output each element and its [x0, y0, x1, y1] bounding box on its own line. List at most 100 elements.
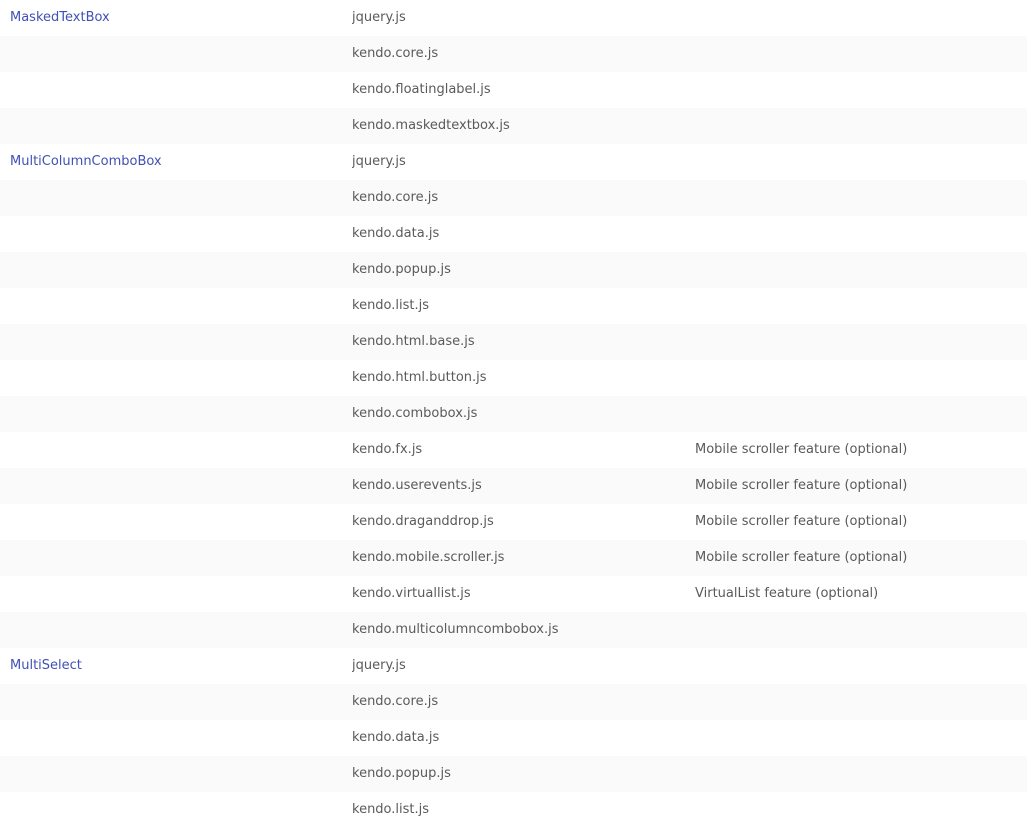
- table-row: kendo.virtuallist.js VirtualList feature…: [0, 576, 1027, 612]
- file-name: kendo.combobox.js: [352, 406, 478, 421]
- file-cell: kendo.list.js: [352, 792, 695, 820]
- description-cell: [695, 36, 1027, 72]
- description-text: Mobile scroller feature (optional): [695, 550, 908, 565]
- table-row: MaskedTextBox jquery.js: [0, 0, 1027, 36]
- description-cell: [695, 144, 1027, 180]
- widget-cell: [0, 396, 352, 432]
- description-cell: [695, 396, 1027, 432]
- description-cell: [695, 108, 1027, 144]
- widget-cell: [0, 288, 352, 324]
- file-name: kendo.core.js: [352, 694, 439, 709]
- file-cell: kendo.maskedtextbox.js: [352, 108, 695, 144]
- table-row: kendo.mobile.scroller.js Mobile scroller…: [0, 540, 1027, 576]
- widget-cell: [0, 252, 352, 288]
- description-cell: [695, 684, 1027, 720]
- file-name: kendo.draganddrop.js: [352, 514, 494, 529]
- widget-cell: [0, 324, 352, 360]
- widget-link-maskedtextbox[interactable]: MaskedTextBox: [10, 10, 110, 25]
- widget-link-multiselect[interactable]: MultiSelect: [10, 658, 82, 673]
- widget-cell: MaskedTextBox: [0, 0, 352, 36]
- file-name: kendo.list.js: [352, 298, 430, 313]
- file-name: kendo.floatinglabel.js: [352, 82, 491, 97]
- table-row: kendo.core.js: [0, 180, 1027, 216]
- widget-link-multicolumncombobox[interactable]: MultiColumnComboBox: [10, 154, 162, 169]
- file-cell: kendo.popup.js: [352, 252, 695, 288]
- description-cell: [695, 756, 1027, 792]
- file-name: kendo.multicolumncombobox.js: [352, 622, 559, 637]
- description-cell: [695, 0, 1027, 36]
- table-row: kendo.floatinglabel.js: [0, 72, 1027, 108]
- dependencies-table: MaskedTextBox jquery.js kendo.core.js ke…: [0, 0, 1027, 820]
- file-cell: kendo.list.js: [352, 288, 695, 324]
- file-name: kendo.userevents.js: [352, 478, 482, 493]
- description-cell: Mobile scroller feature (optional): [695, 432, 1027, 468]
- widget-cell: [0, 36, 352, 72]
- widget-cell: [0, 360, 352, 396]
- file-name: jquery.js: [352, 658, 406, 673]
- table-row: kendo.list.js: [0, 288, 1027, 324]
- description-cell: [695, 612, 1027, 648]
- file-name: kendo.core.js: [352, 190, 439, 205]
- description-cell: Mobile scroller feature (optional): [695, 504, 1027, 540]
- table-row: kendo.html.base.js: [0, 324, 1027, 360]
- description-cell: [695, 648, 1027, 684]
- file-cell: jquery.js: [352, 0, 695, 36]
- table-row: kendo.multicolumncombobox.js: [0, 612, 1027, 648]
- table-row: kendo.html.button.js: [0, 360, 1027, 396]
- file-cell: kendo.data.js: [352, 720, 695, 756]
- file-name: kendo.popup.js: [352, 766, 451, 781]
- file-cell: kendo.floatinglabel.js: [352, 72, 695, 108]
- file-cell: jquery.js: [352, 648, 695, 684]
- widget-cell: [0, 108, 352, 144]
- file-name: kendo.html.base.js: [352, 334, 475, 349]
- file-name: jquery.js: [352, 154, 406, 169]
- table-row: MultiColumnComboBox jquery.js: [0, 144, 1027, 180]
- description-text: Mobile scroller feature (optional): [695, 442, 908, 457]
- description-cell: [695, 360, 1027, 396]
- widget-cell: [0, 612, 352, 648]
- dependencies-table-body: MaskedTextBox jquery.js kendo.core.js ke…: [0, 0, 1027, 820]
- file-name: kendo.virtuallist.js: [352, 586, 471, 601]
- file-cell: kendo.html.base.js: [352, 324, 695, 360]
- description-cell: [695, 72, 1027, 108]
- description-cell: [695, 324, 1027, 360]
- table-row: kendo.userevents.js Mobile scroller feat…: [0, 468, 1027, 504]
- widget-cell: MultiColumnComboBox: [0, 144, 352, 180]
- file-cell: kendo.html.button.js: [352, 360, 695, 396]
- description-cell: Mobile scroller feature (optional): [695, 540, 1027, 576]
- description-cell: [695, 288, 1027, 324]
- table-row: kendo.data.js: [0, 720, 1027, 756]
- file-cell: kendo.popup.js: [352, 756, 695, 792]
- widget-cell: [0, 576, 352, 612]
- file-cell: kendo.fx.js: [352, 432, 695, 468]
- file-name: jquery.js: [352, 10, 406, 25]
- widget-cell: [0, 720, 352, 756]
- file-cell: kendo.mobile.scroller.js: [352, 540, 695, 576]
- table-row: kendo.combobox.js: [0, 396, 1027, 432]
- file-cell: kendo.multicolumncombobox.js: [352, 612, 695, 648]
- table-row: kendo.core.js: [0, 684, 1027, 720]
- widget-cell: [0, 180, 352, 216]
- widget-cell: [0, 540, 352, 576]
- file-cell: kendo.core.js: [352, 36, 695, 72]
- description-cell: [695, 180, 1027, 216]
- file-name: kendo.core.js: [352, 46, 439, 61]
- description-cell: [695, 720, 1027, 756]
- file-name: kendo.maskedtextbox.js: [352, 118, 510, 133]
- file-name: kendo.mobile.scroller.js: [352, 550, 505, 565]
- description-cell: VirtualList feature (optional): [695, 576, 1027, 612]
- description-cell: [695, 792, 1027, 820]
- description-text: Mobile scroller feature (optional): [695, 478, 908, 493]
- table-row: kendo.core.js: [0, 36, 1027, 72]
- table-row: kendo.popup.js: [0, 252, 1027, 288]
- file-cell: kendo.core.js: [352, 180, 695, 216]
- description-cell: [695, 216, 1027, 252]
- widget-cell: [0, 72, 352, 108]
- widget-cell: [0, 504, 352, 540]
- description-text: VirtualList feature (optional): [695, 586, 879, 601]
- table-row: kendo.popup.js: [0, 756, 1027, 792]
- table-row: MultiSelect jquery.js: [0, 648, 1027, 684]
- file-name: kendo.data.js: [352, 226, 440, 241]
- widget-cell: MultiSelect: [0, 648, 352, 684]
- file-cell: kendo.draganddrop.js: [352, 504, 695, 540]
